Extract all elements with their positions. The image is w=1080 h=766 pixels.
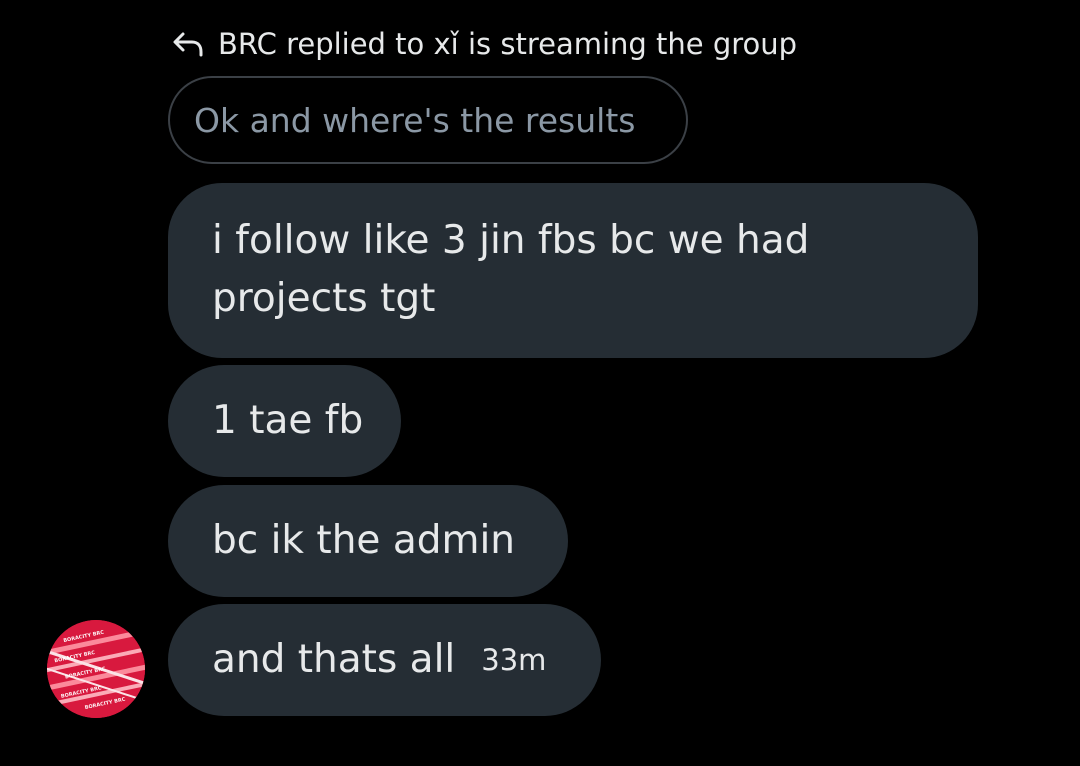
message-text: bc ik the admin: [212, 518, 516, 563]
dm-reply-context[interactable]: BRC replied to xǐ is streaming the group: [170, 24, 797, 64]
quoted-message[interactable]: Ok and where's the results: [168, 76, 688, 164]
message-timestamp: 33m: [481, 643, 547, 677]
message-text: i follow like 3 jin fbs bc we had projec…: [212, 218, 810, 321]
message-bubble[interactable]: 1 tae fb: [168, 365, 401, 477]
message-bubble[interactable]: bc ik the admin: [168, 485, 568, 597]
message-bubble[interactable]: i follow like 3 jin fbs bc we had projec…: [168, 183, 978, 358]
message-bubble[interactable]: and thats all 33m: [168, 604, 601, 716]
message-text: 1 tae fb: [212, 398, 364, 443]
reply-context-text: BRC replied to xǐ is streaming the group: [218, 27, 798, 61]
message-text: and thats all: [212, 637, 456, 682]
reply-arrow-icon: [170, 29, 206, 59]
sender-avatar[interactable]: BORACITY BRC BORACITY BRC BORACITY BRC B…: [47, 620, 145, 718]
boracity-avatar-icon: BORACITY BRC BORACITY BRC BORACITY BRC B…: [47, 620, 145, 718]
quoted-message-text: Ok and where's the results: [194, 100, 636, 140]
